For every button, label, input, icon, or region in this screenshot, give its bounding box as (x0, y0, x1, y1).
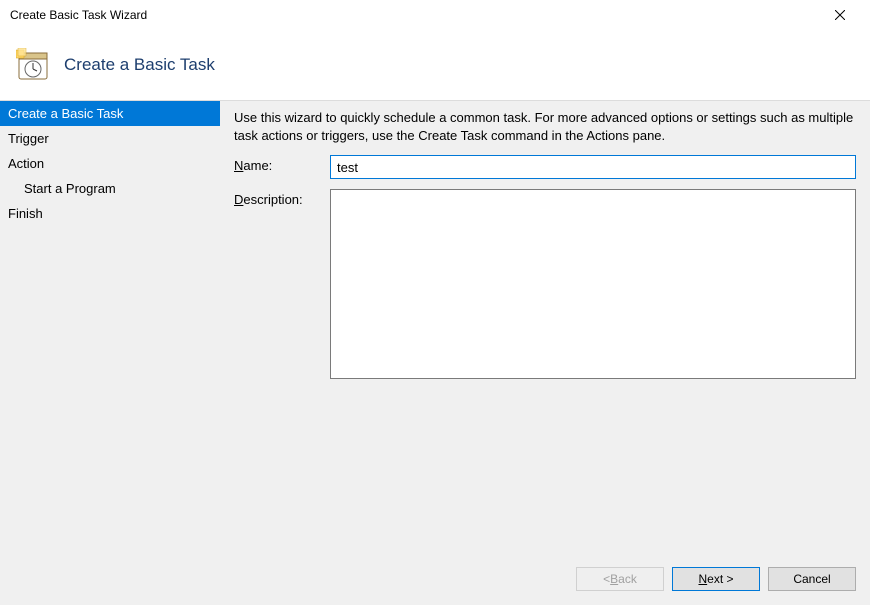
sidebar-step-action[interactable]: Action (0, 151, 220, 176)
description-input[interactable] (330, 189, 856, 379)
window-title: Create Basic Task Wizard (10, 8, 147, 22)
wizard-sidebar: Create a Basic Task Trigger Action Start… (0, 101, 220, 553)
name-row: Name: (234, 155, 856, 179)
name-input[interactable] (330, 155, 856, 179)
sidebar-step-start-a-program[interactable]: Start a Program (0, 176, 220, 201)
next-button[interactable]: Next > (672, 567, 760, 591)
sidebar-step-create-basic-task[interactable]: Create a Basic Task (0, 101, 220, 126)
page-title: Create a Basic Task (64, 55, 215, 75)
wizard-content: Use this wizard to quickly schedule a co… (220, 101, 870, 553)
sidebar-step-finish[interactable]: Finish (0, 201, 220, 226)
wizard-footer: < Back Next > Cancel (0, 553, 870, 605)
close-icon (835, 10, 845, 20)
description-row: Description: (234, 189, 856, 382)
close-button[interactable] (820, 0, 860, 30)
sidebar-step-trigger[interactable]: Trigger (0, 126, 220, 151)
wizard-body: Create a Basic Task Trigger Action Start… (0, 101, 870, 553)
description-label: Description: (234, 189, 330, 207)
titlebar: Create Basic Task Wizard (0, 0, 870, 30)
back-button: < Back (576, 567, 664, 591)
calendar-clock-icon (16, 48, 50, 82)
cancel-button[interactable]: Cancel (768, 567, 856, 591)
name-label: Name: (234, 155, 330, 173)
wizard-header: Create a Basic Task (0, 30, 870, 100)
intro-text: Use this wizard to quickly schedule a co… (234, 109, 856, 145)
